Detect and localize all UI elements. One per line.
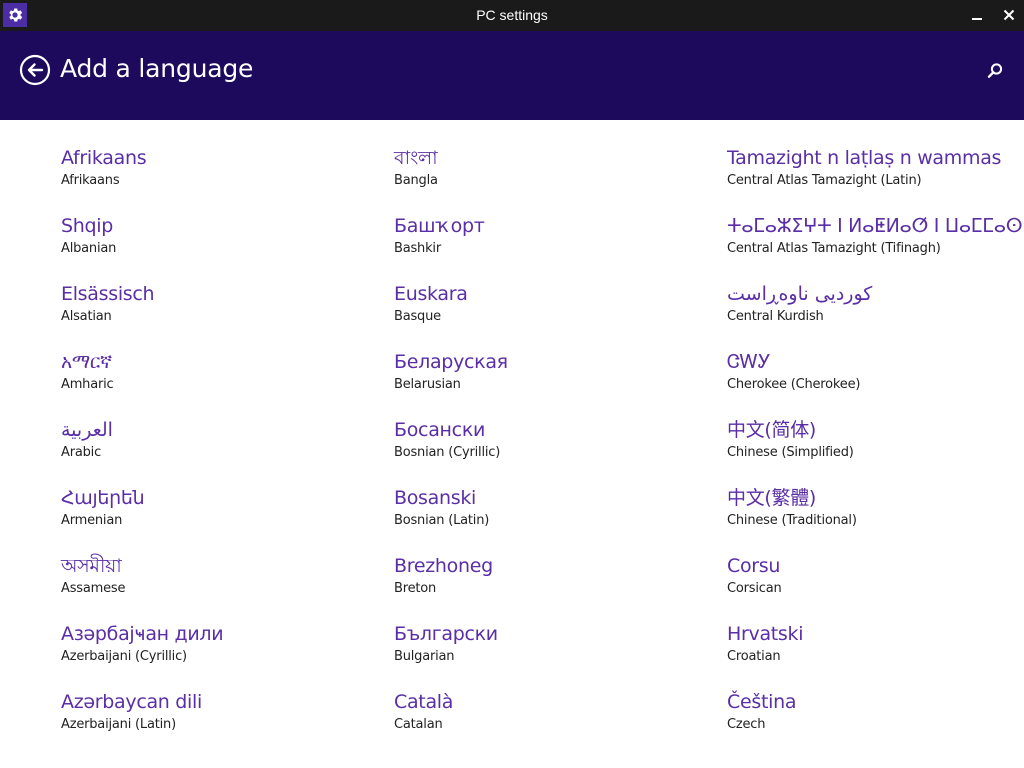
language-english-name: Bulgarian [394, 649, 455, 664]
language-english-name: Czech [727, 717, 766, 732]
language-native-name: Tamazight n laṭlaṣ n wammas [727, 147, 1002, 169]
language-item[interactable]: Čeština Czech [727, 690, 1022, 758]
language-native-name: Català [394, 691, 454, 713]
language-native-name: Shqip [61, 215, 114, 237]
language-english-name: Bangla [394, 173, 438, 188]
language-english-name: Central Atlas Tamazight (Tifinagh) [727, 241, 941, 256]
language-english-name: Basque [394, 309, 441, 324]
language-english-name: Breton [394, 581, 437, 596]
language-native-name: Elsässisch [61, 283, 155, 305]
language-english-name: Croatian [727, 649, 781, 664]
language-column: বাংলা Bangla Башҡорт Bashkir Euskara Basque… [394, 146, 714, 758]
language-english-name: Azerbaijani (Latin) [61, 717, 176, 732]
language-native-name: Български [394, 623, 498, 645]
language-item[interactable]: አማርኛ Amharic [61, 350, 381, 418]
language-item[interactable]: Euskara Basque [394, 282, 714, 350]
language-native-name: Afrikaans [61, 147, 147, 169]
language-native-name: Bosanski [394, 487, 477, 509]
back-arrow-icon [19, 54, 51, 86]
language-item[interactable]: Azərbaycan dili Azerbaijani (Latin) [61, 690, 381, 758]
language-item[interactable]: বাংলা Bangla [394, 146, 714, 214]
language-item[interactable]: العربية Arabic [61, 418, 381, 486]
language-item[interactable]: Български Bulgarian [394, 622, 714, 690]
window-title: PC settings [476, 7, 548, 23]
language-english-name: Central Atlas Tamazight (Latin) [727, 173, 922, 188]
language-native-name: Brezhoneg [394, 555, 493, 577]
language-list: Afrikaans Afrikaans Shqip Albanian Elsässi… [0, 120, 1024, 768]
language-native-name: Euskara [394, 283, 468, 305]
language-item[interactable]: Shqip Albanian [61, 214, 381, 282]
language-native-name: Čeština [727, 691, 797, 713]
language-english-name: Armenian [61, 513, 123, 528]
language-english-name: Afrikaans [61, 173, 120, 188]
language-native-name: العربية [61, 419, 113, 441]
language-native-name: অসমীয়া [61, 555, 122, 577]
language-item[interactable]: Hrvatski Croatian [727, 622, 1022, 690]
language-item[interactable]: Afrikaans Afrikaans [61, 146, 381, 214]
language-native-name: Башҡорт [394, 215, 485, 237]
language-native-name: کوردیی ناوەڕاست [727, 283, 873, 305]
language-item[interactable]: کوردیی ناوەڕاست Central Kurdish [727, 282, 1022, 350]
language-item[interactable]: Elsässisch Alsatian [61, 282, 381, 350]
close-button[interactable] [997, 4, 1021, 26]
language-native-name: 中文(简体) [727, 419, 817, 441]
language-english-name: Corsican [727, 581, 782, 596]
language-english-name: Chinese (Traditional) [727, 513, 857, 528]
language-item[interactable]: Bosanski Bosnian (Latin) [394, 486, 714, 554]
language-english-name: Belarusian [394, 377, 461, 392]
language-native-name: ⵜⴰⵎⴰⵣⵉⵖⵜ ⵏ ⵍⴰⵟⵍⴰⵚ ⵏ ⵡⴰⵎⵎⴰⵙ [727, 215, 1023, 237]
language-item[interactable]: Català Catalan [394, 690, 714, 758]
language-english-name: Bosnian (Cyrillic) [394, 445, 501, 460]
language-item[interactable]: Башҡорт Bashkir [394, 214, 714, 282]
language-native-name: አማርኛ [61, 351, 112, 373]
language-item[interactable]: Tamazight n laṭlaṣ n wammas Central Atlas… [727, 146, 1022, 214]
language-english-name: Bosnian (Latin) [394, 513, 490, 528]
language-item[interactable]: 中文(简体) Chinese (Simplified) [727, 418, 1022, 486]
language-item[interactable]: ᏣᎳᎩ Cherokee (Cherokee) [727, 350, 1022, 418]
language-native-name: ᏣᎳᎩ [727, 351, 771, 373]
language-english-name: Catalan [394, 717, 443, 732]
language-english-name: Cherokee (Cherokee) [727, 377, 861, 392]
language-english-name: Assamese [61, 581, 126, 596]
language-english-name: Azerbaijani (Cyrillic) [61, 649, 187, 664]
language-item[interactable]: Հայերեն Armenian [61, 486, 381, 554]
search-button[interactable] [985, 61, 1005, 81]
language-item[interactable]: Босански Bosnian (Cyrillic) [394, 418, 714, 486]
page-title: Add a language [60, 54, 254, 83]
language-column: Tamazight n laṭlaṣ n wammas Central Atlas… [727, 146, 1023, 758]
language-native-name: 中文(繁體) [727, 487, 817, 509]
language-english-name: Bashkir [394, 241, 441, 256]
language-english-name: Central Kurdish [727, 309, 824, 324]
language-item[interactable]: Азәрбајҹан дили Azerbaijani (Cyrillic) [61, 622, 381, 690]
minimize-button[interactable] [965, 4, 989, 26]
language-native-name: Азәрбајҹан дили [61, 623, 224, 645]
language-item[interactable]: ⵜⴰⵎⴰⵣⵉⵖⵜ ⵏ ⵍⴰⵟⵍⴰⵚ ⵏ ⵡⴰⵎⵎⴰⵙ Central Atlas … [727, 214, 1023, 282]
language-english-name: Chinese (Simplified) [727, 445, 854, 460]
language-native-name: Azərbaycan dili [61, 691, 202, 713]
language-english-name: Amharic [61, 377, 114, 392]
language-english-name: Albanian [61, 241, 117, 256]
page-header: Add a language [0, 31, 1024, 120]
language-native-name: Hrvatski [727, 623, 804, 645]
language-native-name: Босански [394, 419, 486, 441]
language-item[interactable]: অসমীয়া Assamese [61, 554, 381, 622]
language-english-name: Arabic [61, 445, 102, 460]
language-native-name: বাংলা [394, 147, 438, 169]
language-column: Afrikaans Afrikaans Shqip Albanian Elsässi… [61, 146, 381, 758]
search-icon [987, 63, 1003, 78]
language-native-name: Հայերեն [61, 487, 145, 509]
language-item[interactable]: 中文(繁體) Chinese (Traditional) [727, 486, 1022, 554]
language-english-name: Alsatian [61, 309, 112, 324]
language-item[interactable]: Brezhoneg Breton [394, 554, 714, 622]
title-bar: PC settings [0, 0, 1024, 31]
back-button[interactable] [19, 54, 51, 86]
language-item[interactable]: Беларуская Belarusian [394, 350, 714, 418]
close-icon [1003, 9, 1015, 21]
language-item[interactable]: Corsu Corsican [727, 554, 1022, 622]
language-native-name: Corsu [727, 555, 781, 577]
language-native-name: Беларуская [394, 351, 508, 373]
